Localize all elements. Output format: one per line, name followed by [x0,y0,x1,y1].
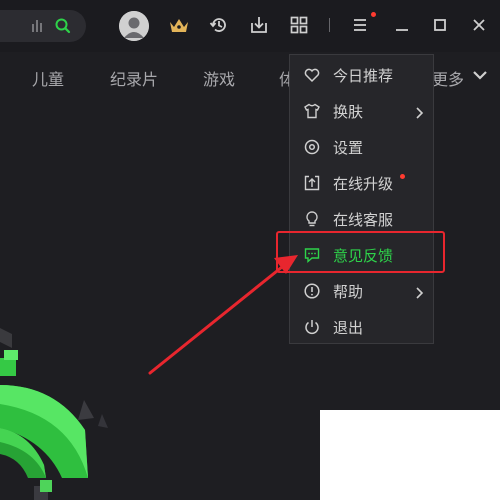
white-overlay-block [320,410,500,500]
